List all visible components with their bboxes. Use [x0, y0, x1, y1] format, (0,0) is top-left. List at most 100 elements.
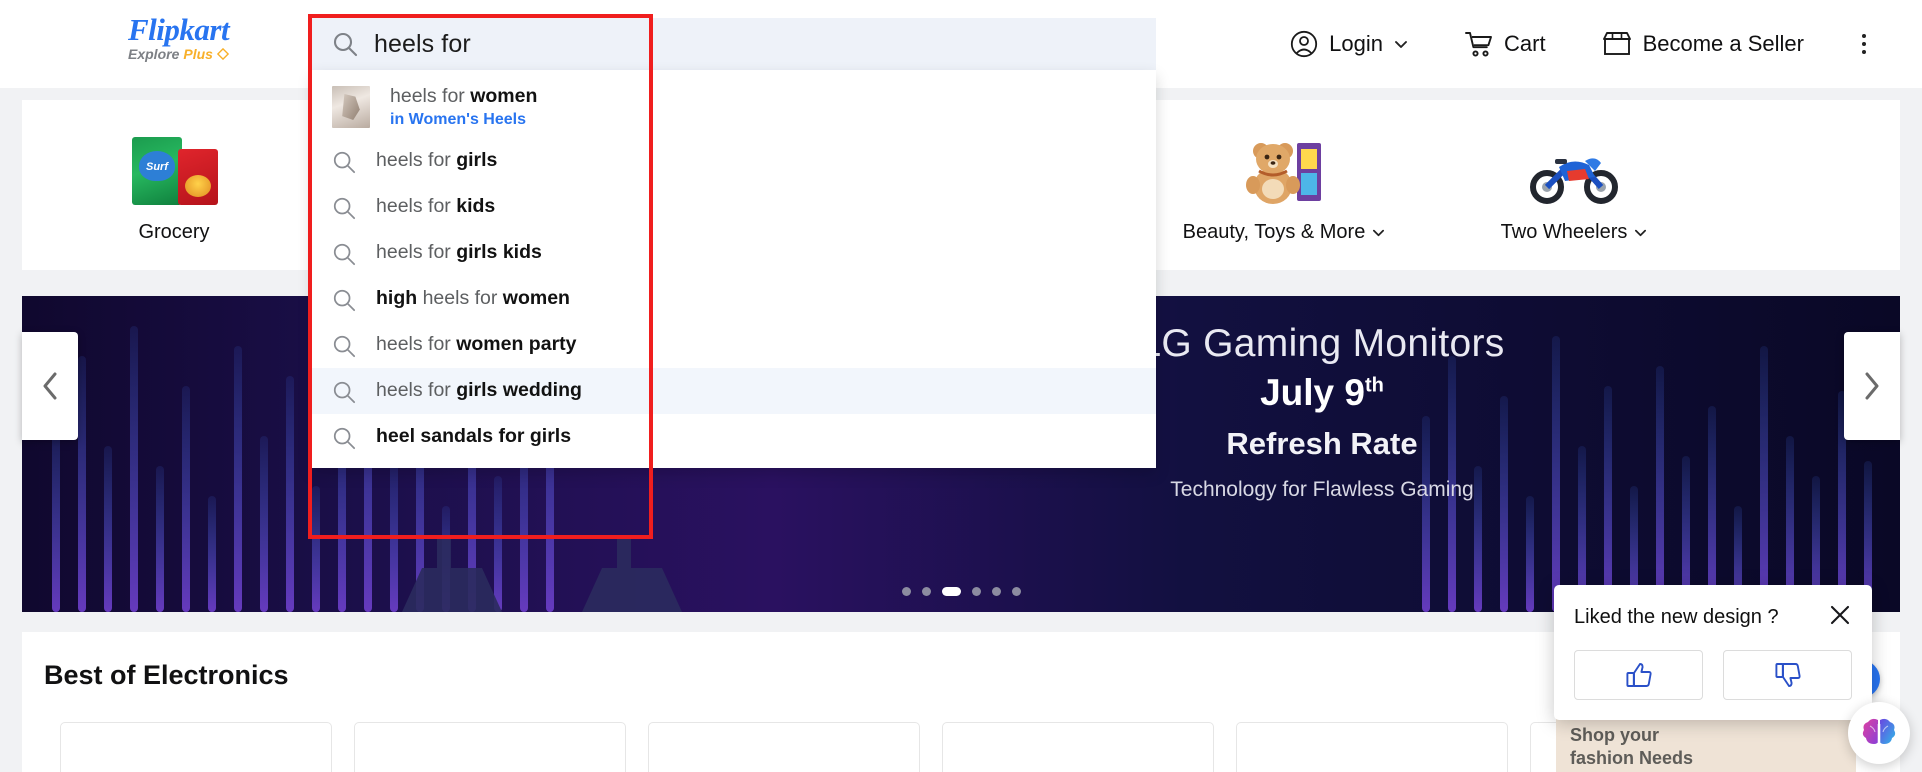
- thumbs-down-icon: [1774, 663, 1801, 687]
- plus-text: Plus: [183, 46, 213, 62]
- suggestion-label: high heels for women: [376, 287, 570, 310]
- product-card[interactable]: [942, 722, 1214, 772]
- close-icon[interactable]: [1828, 603, 1852, 632]
- suggestion-item-high-heels-for-women[interactable]: high heels for women: [312, 276, 1156, 322]
- category-label: Beauty, Toys & More: [1183, 221, 1386, 244]
- suggestion-body: heels for women party: [376, 331, 577, 356]
- store-icon: [1602, 32, 1631, 55]
- plus-diamond-icon: [216, 48, 229, 60]
- kebab-dot: [1862, 50, 1866, 54]
- become-a-seller-button[interactable]: Become a Seller: [1574, 0, 1832, 88]
- search-icon: [333, 290, 356, 312]
- logo-text: Flipkart: [128, 12, 230, 47]
- flipkart-homepage: LG Gaming Monitors July 9th Refresh Rate…: [0, 0, 1922, 772]
- carousel-dot[interactable]: [901, 587, 911, 596]
- search-query-text: heels for: [374, 29, 471, 58]
- carousel-dot[interactable]: [971, 587, 981, 596]
- suggestion-label: heels for women: [390, 85, 538, 107]
- category-two-wheelers[interactable]: Two Wheelers: [1484, 127, 1664, 244]
- search-icon: [333, 152, 356, 174]
- login-label: Login: [1329, 31, 1384, 56]
- suggestion-label: heel sandals for girls: [376, 425, 572, 448]
- search-icon: [333, 32, 358, 57]
- beauty-toys-icon: [1241, 127, 1327, 205]
- carousel-dot[interactable]: [1011, 587, 1021, 596]
- kebab-dot: [1862, 42, 1866, 46]
- feedback-buttons: [1574, 650, 1852, 700]
- header-actions: Login Cart Become a Seller: [1262, 0, 1888, 88]
- seller-label: Become a Seller: [1642, 31, 1804, 56]
- chevron-right-icon: [1865, 372, 1879, 400]
- explore-text: Explore: [128, 46, 180, 62]
- product-card[interactable]: [60, 722, 332, 772]
- product-card[interactable]: [1236, 722, 1508, 772]
- carousel-dot[interactable]: [921, 587, 931, 596]
- thumbs-up-icon: [1625, 663, 1652, 687]
- suggestion-item-heels-for-kids[interactable]: heels for kids: [312, 184, 1156, 230]
- more-options-button[interactable]: [1832, 0, 1888, 88]
- cart-button[interactable]: Cart: [1436, 0, 1574, 88]
- suggestion-label: heels for girls wedding: [376, 379, 582, 402]
- grocery-icon: [130, 127, 218, 205]
- search-area: heels for heels for women in Women's Hee…: [308, 14, 1156, 539]
- flipkart-logo[interactable]: Flipkart Explore Plus: [128, 14, 278, 61]
- feedback-title: Liked the new design ?: [1574, 606, 1779, 628]
- login-button[interactable]: Login: [1262, 0, 1436, 88]
- search-icon: [333, 428, 356, 450]
- suggestion-item-heels-for-girls-kids[interactable]: heels for girls kids: [312, 230, 1156, 276]
- suggestion-body: heels for kids: [376, 193, 495, 218]
- chevron-down-icon: [1395, 41, 1407, 48]
- suggestion-item-heels-for-women[interactable]: heels for women in Women's Heels: [312, 74, 1156, 138]
- suggestion-category: in Women's Heels: [390, 111, 526, 129]
- product-card[interactable]: [648, 722, 920, 772]
- motorcycle-icon: [1530, 157, 1618, 204]
- fashion-promo-card[interactable]: Shop your fashion Needs: [1556, 714, 1856, 772]
- thumbs-down-button[interactable]: [1723, 650, 1852, 700]
- kebab-dot: [1862, 34, 1866, 38]
- suggestion-label: heels for girls: [376, 149, 498, 172]
- promo-line-1: Shop your: [1570, 725, 1659, 745]
- carousel-dot-active[interactable]: [941, 587, 961, 596]
- product-card-list: [60, 722, 1802, 772]
- thumbs-up-button[interactable]: [1574, 650, 1703, 700]
- teddy-bear-icon: [1246, 142, 1321, 204]
- brain-icon: [1862, 718, 1896, 744]
- search-icon: [333, 382, 356, 404]
- search-input[interactable]: heels for: [312, 18, 1156, 70]
- feedback-header: Liked the new design ?: [1574, 603, 1852, 632]
- chevron-down-icon: [1635, 229, 1647, 236]
- banner-tagline: Technology for Flawless Gaming: [1170, 478, 1474, 501]
- suggestion-item-heels-for-women-party[interactable]: heels for women party: [312, 322, 1156, 368]
- category-label: Two Wheelers: [1501, 221, 1648, 244]
- feedback-popup: Liked the new design ?: [1554, 585, 1872, 720]
- category-beauty-toys[interactable]: Beauty, Toys & More: [1183, 127, 1385, 244]
- ai-assistant-button[interactable]: [1848, 702, 1910, 764]
- category-label: Grocery: [138, 221, 209, 244]
- carousel-next-button[interactable]: [1844, 332, 1900, 440]
- search-icon: [333, 198, 356, 220]
- suggestion-body: high heels for women: [376, 285, 570, 310]
- product-thumbnail-icon: [332, 86, 370, 128]
- logo-subtext: Explore Plus: [128, 47, 278, 61]
- suggestion-item-heels-for-girls[interactable]: heels for girls: [312, 138, 1156, 184]
- section-title: Best of Electronics: [44, 660, 289, 690]
- suggestion-body: heels for women in Women's Heels: [390, 83, 537, 129]
- chevron-left-icon: [43, 372, 57, 400]
- category-grocery[interactable]: Grocery: [84, 127, 264, 244]
- chevron-down-icon: [1373, 229, 1385, 236]
- category-text: Two Wheelers: [1500, 220, 1628, 243]
- suggestion-item-heel-sandals-for-girls[interactable]: heel sandals for girls: [312, 414, 1156, 460]
- cart-label: Cart: [1504, 31, 1546, 56]
- two-wheeler-icon: [1527, 127, 1621, 205]
- product-card[interactable]: [354, 722, 626, 772]
- suggestion-item-heels-for-girls-wedding[interactable]: heels for girls wedding: [312, 368, 1156, 415]
- close-x-icon: [1830, 605, 1850, 625]
- search-suggestions-dropdown: heels for women in Women's Heels heels f…: [312, 70, 1156, 469]
- suggestion-body: heels for girls: [376, 147, 497, 172]
- carousel-prev-button[interactable]: [22, 332, 78, 440]
- suggestion-label: heels for women party: [376, 333, 577, 356]
- suggestion-label: heels for kids: [376, 195, 496, 218]
- promo-line-2: fashion Needs: [1570, 747, 1694, 768]
- search-icon: [333, 336, 356, 358]
- carousel-dot[interactable]: [991, 587, 1001, 596]
